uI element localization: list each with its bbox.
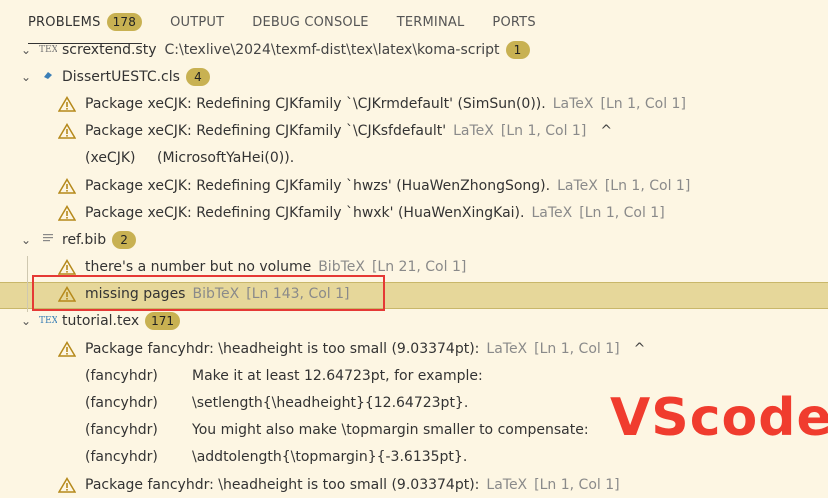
continuation-prefix: (fancyhdr) [85, 449, 158, 466]
warning-icon [58, 204, 76, 221]
continuation-text: \addtolength{\topmargin}{-3.6135pt}. [192, 449, 468, 466]
file-problem-count: 171 [145, 312, 181, 331]
bib-file-icon [38, 232, 58, 247]
problem-message: Package fancyhdr: \headheight is too sma… [85, 340, 480, 357]
continuation-text: (MicrosoftYaHei(0)). [157, 150, 295, 167]
problem-message: Package xeCJK: Redefining CJKfamily `\CJ… [85, 95, 546, 112]
tab-label: PORTS [492, 14, 536, 30]
tab-label: PROBLEMS [28, 14, 101, 30]
watermark-text: VScode [610, 388, 828, 448]
file-problem-count: 2 [112, 230, 137, 249]
collapse-caret-icon[interactable]: ^ [600, 123, 612, 139]
chevron-down-icon[interactable]: ⌄ [18, 43, 34, 57]
problem-source: BibTeX [318, 259, 365, 276]
file-problem-count: 1 [505, 40, 530, 59]
file-path: C:\texlive\2024\texmf-dist\tex\latex\kom… [164, 41, 500, 58]
warning-icon [58, 259, 76, 275]
svg-text:TEX: TEX [39, 45, 57, 54]
collapse-caret-icon[interactable]: ^ [634, 341, 646, 357]
problem-location: [Ln 1, Col 1] [534, 340, 620, 357]
problem-source: LaTeX [552, 95, 594, 112]
continuation-prefix: (fancyhdr) [85, 395, 158, 412]
chevron-down-icon[interactable]: ⌄ [18, 70, 34, 84]
problem-row[interactable]: Package xeCJK: Redefining CJKfamily `hwx… [0, 199, 828, 226]
warning-icon [58, 95, 76, 112]
problem-row[interactable]: Package fancyhdr: \headheight is too sma… [0, 335, 828, 362]
file-row-dissertuestc[interactable]: ⌄ DissertUESTC.cls 4 [0, 63, 828, 90]
problem-message: there's a number but no volume [85, 259, 312, 276]
warning-icon [58, 123, 76, 139]
file-row-scrextend[interactable]: ⌄ TEX scrextend.sty C:\texlive\2024\texm… [0, 36, 828, 63]
file-row-refbib[interactable]: ⌄ ref.bib 2 [0, 226, 828, 253]
file-name: tutorial.tex [62, 313, 140, 330]
continuation-text: Make it at least 12.64723pt, for example… [192, 367, 483, 384]
problem-source: LaTeX [557, 177, 598, 194]
continuation-prefix: (fancyhdr) [85, 367, 158, 384]
highlight-box [32, 275, 385, 311]
problem-location: [Ln 1, Col 1] [600, 95, 686, 112]
file-row-tutorial[interactable]: ⌄ TEX tutorial.tex 171 [0, 308, 828, 335]
continuation-text: You might also make \topmargin smaller t… [192, 422, 589, 439]
problem-row[interactable]: Package xeCJK: Redefining CJKfamily `\CJ… [0, 118, 828, 145]
chevron-down-icon[interactable]: ⌄ [18, 233, 34, 247]
problem-source: LaTeX [453, 123, 494, 140]
svg-text:TEX: TEX [39, 316, 57, 325]
problem-message: Package xeCJK: Redefining CJKfamily `\CJ… [85, 123, 447, 140]
problem-location: [Ln 1, Col 1] [579, 204, 665, 221]
warning-icon [58, 177, 76, 194]
continuation-text: \setlength{\headheight}{12.64723pt}. [192, 395, 469, 412]
tex-file-icon: TEX [38, 314, 59, 328]
file-problem-count: 4 [185, 67, 210, 86]
problem-row[interactable]: Package xeCJK: Redefining CJKfamily `\CJ… [0, 90, 828, 117]
problem-continuation: (fancyhdr) Make it at least 12.64723pt, … [0, 362, 828, 389]
problem-source: LaTeX [531, 204, 573, 221]
problem-message: Package xeCJK: Redefining CJKfamily `hwz… [85, 177, 551, 194]
problems-count-badge: 178 [106, 13, 143, 31]
cls-file-icon [38, 69, 58, 84]
chevron-down-icon[interactable]: ⌄ [18, 314, 34, 328]
problem-location: [Ln 21, Col 1] [371, 259, 467, 276]
problem-location: [Ln 1, Col 1] [500, 123, 587, 140]
tex-file-icon: TEX [38, 43, 59, 57]
tab-label: OUTPUT [170, 14, 225, 30]
file-name: scrextend.sty [62, 41, 157, 58]
problem-row[interactable]: Package xeCJK: Redefining CJKfamily `hwz… [0, 172, 828, 199]
problem-message: Package xeCJK: Redefining CJKfamily `hwx… [85, 204, 525, 221]
warning-icon [58, 340, 76, 357]
file-name: ref.bib [62, 231, 107, 248]
problem-location: [Ln 1, Col 1] [604, 177, 691, 194]
continuation-prefix: (xeCJK) [85, 150, 136, 167]
problem-source: LaTeX [486, 340, 528, 357]
file-name: DissertUESTC.cls [62, 68, 180, 85]
tab-label: TERMINAL [396, 14, 465, 30]
continuation-prefix: (fancyhdr) [85, 422, 158, 439]
tab-label: DEBUG CONSOLE [252, 14, 369, 30]
problem-continuation: (xeCJK) (MicrosoftYaHei(0)). [0, 145, 828, 172]
